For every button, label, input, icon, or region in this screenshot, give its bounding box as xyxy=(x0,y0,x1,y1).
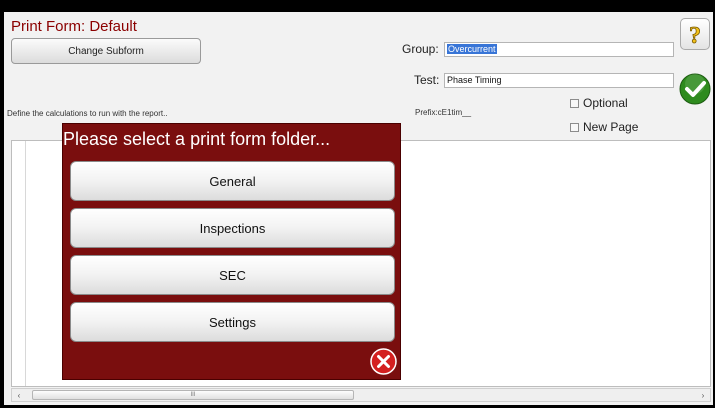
change-subform-button[interactable]: Change Subform xyxy=(11,38,201,64)
scroll-thumb[interactable]: III xyxy=(32,390,354,400)
confirm-button[interactable] xyxy=(679,73,711,105)
question-mark-icon: ? xyxy=(689,23,702,47)
optional-checkbox[interactable] xyxy=(570,98,579,108)
folder-option-inspections[interactable]: Inspections xyxy=(70,208,395,248)
red-close-icon xyxy=(370,348,397,375)
help-glyph: ? xyxy=(689,23,701,47)
prefix-text: Prefix:cE1tim__ xyxy=(415,108,472,117)
new-page-label: New Page xyxy=(583,120,639,134)
page-title: Print Form: Default xyxy=(11,18,137,35)
folder-option-settings[interactable]: Settings xyxy=(70,302,395,342)
group-label: Group: xyxy=(402,42,439,56)
scroll-grip: III xyxy=(190,392,196,398)
green-check-icon xyxy=(679,73,711,105)
folder-select-dialog: Please select a print form folder... Gen… xyxy=(62,123,401,380)
content-divider xyxy=(25,141,26,386)
group-field[interactable]: Overcurrent xyxy=(444,42,674,57)
test-field[interactable]: Phase Timing xyxy=(444,73,674,88)
new-page-checkbox-row[interactable]: New Page xyxy=(570,120,638,134)
test-label: Test: xyxy=(414,73,440,87)
optional-label: Optional xyxy=(583,96,628,110)
instructions-text: Define the calculations to run with the … xyxy=(7,109,168,118)
scroll-left-arrow[interactable]: ‹ xyxy=(12,389,26,401)
new-page-checkbox[interactable] xyxy=(570,122,579,132)
folder-option-general[interactable]: General xyxy=(70,161,395,201)
scroll-right-arrow[interactable]: › xyxy=(696,389,710,401)
dialog-close-button[interactable] xyxy=(370,348,397,375)
folder-option-sec[interactable]: SEC xyxy=(70,255,395,295)
group-value: Overcurrent xyxy=(447,44,497,54)
horizontal-scrollbar[interactable]: ‹ III › xyxy=(11,388,711,402)
dialog-title: Please select a print form folder... xyxy=(63,129,331,149)
optional-checkbox-row[interactable]: Optional xyxy=(570,96,628,110)
help-button[interactable]: ? xyxy=(680,18,710,50)
